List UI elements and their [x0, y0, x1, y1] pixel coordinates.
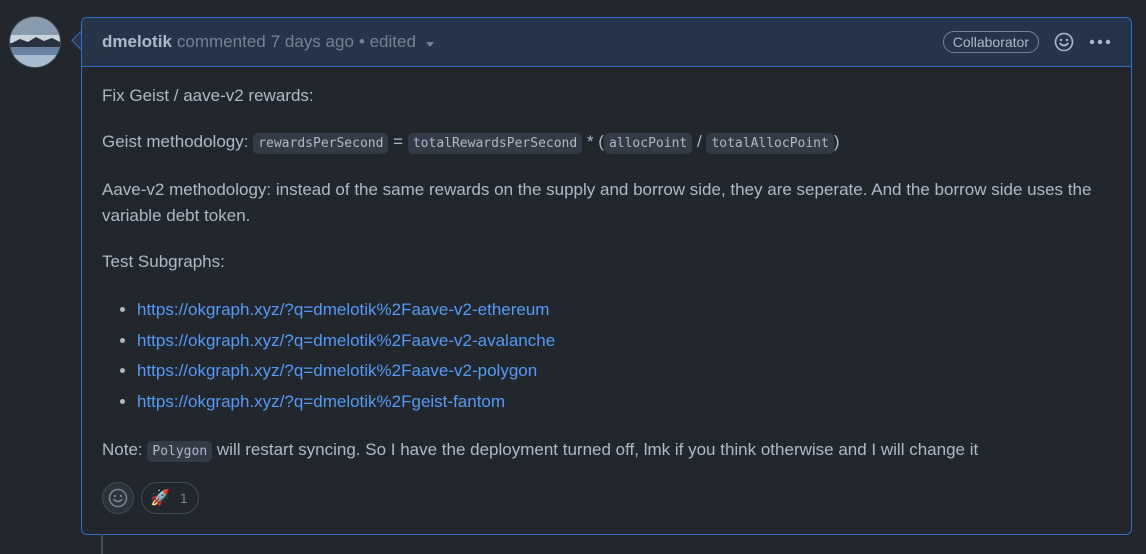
reactions-bar: 🚀 1	[102, 482, 199, 514]
equals-sign: =	[393, 132, 404, 151]
comment-box: dmelotik commented 7 days ago • edited C…	[81, 17, 1132, 535]
rocket-reaction-count: 1	[179, 490, 188, 506]
geist-label: Geist methodology:	[102, 132, 249, 151]
kebab-horizontal-icon[interactable]	[1089, 31, 1111, 53]
chevron-down-icon[interactable]	[425, 41, 434, 47]
list-item: https://okgraph.xyz/?q=dmelotik%2Faave-v…	[137, 356, 1111, 387]
rocket-icon: 🚀	[150, 490, 170, 507]
code-total-alloc-point: totalAllocPoint	[706, 133, 834, 154]
summary-text: Fix Geist / aave-v2 rewards:	[102, 86, 314, 105]
note-label: Note:	[102, 440, 143, 459]
code-rewards-per-second: rewardsPerSecond	[253, 133, 389, 154]
multiply-sign: * (	[586, 132, 604, 151]
list-item: https://okgraph.xyz/?q=dmelotik%2Faave-v…	[137, 326, 1111, 357]
aave-methodology: Aave-v2 methodology: instead of the same…	[102, 180, 1092, 225]
commented-label: commented	[176, 32, 266, 51]
code-total-rewards-per-second: totalRewardsPerSecond	[407, 133, 583, 154]
subgraph-link-fantom[interactable]: https://okgraph.xyz/?q=dmelotik%2Fgeist-…	[137, 392, 505, 411]
timeline-line	[101, 534, 103, 554]
edited-label[interactable]: • edited	[359, 32, 416, 52]
subgraph-link-list: https://okgraph.xyz/?q=dmelotik%2Faave-v…	[102, 295, 1111, 417]
author-avatar[interactable]	[10, 17, 60, 67]
code-polygon: Polygon	[147, 441, 213, 462]
comment-header: dmelotik commented 7 days ago • edited C…	[82, 18, 1131, 67]
rocket-reaction-button[interactable]: 🚀 1	[141, 482, 199, 514]
geist-methodology: Geist methodology: rewardsPerSecond = to…	[102, 129, 1111, 157]
add-reaction-button[interactable]	[102, 482, 134, 514]
subgraph-link-polygon[interactable]: https://okgraph.xyz/?q=dmelotik%2Faave-v…	[137, 361, 537, 380]
close-paren: )	[833, 132, 840, 151]
note-text: Note: Polygon will restart syncing. So I…	[102, 437, 1111, 465]
divide-sign: /	[696, 132, 702, 151]
comment-timestamp[interactable]: 7 days ago	[271, 32, 354, 52]
subgraph-link-ethereum[interactable]: https://okgraph.xyz/?q=dmelotik%2Faave-v…	[137, 300, 549, 319]
subgraph-link-avalanche[interactable]: https://okgraph.xyz/?q=dmelotik%2Faave-v…	[137, 331, 555, 350]
smiley-icon[interactable]	[1053, 31, 1075, 53]
list-item: https://okgraph.xyz/?q=dmelotik%2Faave-v…	[137, 295, 1111, 326]
list-item: https://okgraph.xyz/?q=dmelotik%2Fgeist-…	[137, 387, 1111, 418]
code-alloc-point: allocPoint	[603, 133, 693, 154]
test-subgraphs-heading: Test Subgraphs:	[102, 252, 225, 271]
collaborator-badge: Collaborator	[942, 31, 1039, 53]
author-link[interactable]: dmelotik	[102, 32, 172, 52]
smiley-icon	[108, 488, 128, 508]
comment-body: Fix Geist / aave-v2 rewards: Geist metho…	[82, 67, 1131, 465]
note-body: will restart syncing. So I have the depl…	[216, 440, 979, 459]
